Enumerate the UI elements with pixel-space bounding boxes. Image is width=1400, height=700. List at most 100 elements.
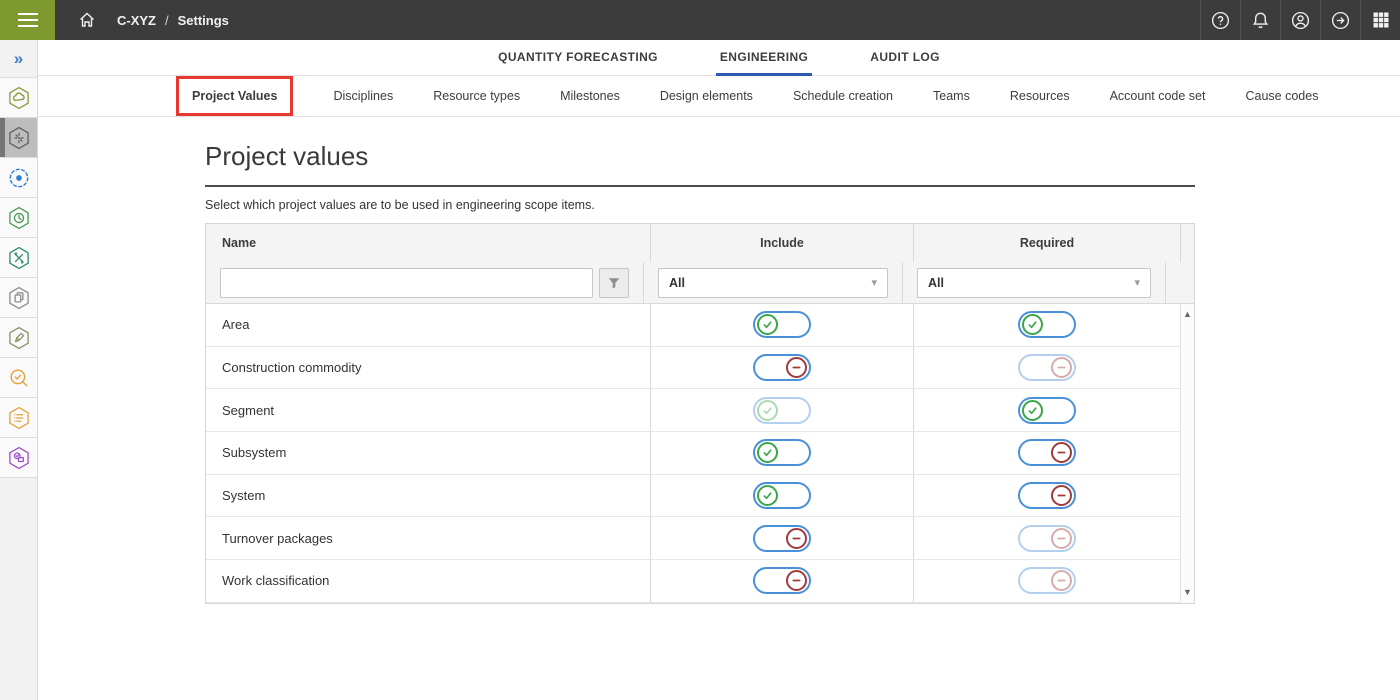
- required-toggle[interactable]: [1018, 397, 1076, 424]
- table-header-row: Name Include Required: [206, 224, 1194, 262]
- pen-hex-icon: [6, 325, 32, 351]
- row-name: Turnover packages: [206, 517, 651, 559]
- list-hex-icon: [6, 405, 32, 431]
- sidebar-item-cloud[interactable]: [0, 78, 37, 118]
- column-header-include[interactable]: Include: [651, 224, 914, 262]
- sidebar-item-review[interactable]: [0, 358, 37, 398]
- required-toggle[interactable]: [1018, 354, 1076, 381]
- menu-button[interactable]: [0, 0, 55, 40]
- apps-button[interactable]: [1360, 0, 1400, 40]
- help-icon: [1210, 10, 1231, 31]
- include-filter-value: All: [669, 276, 685, 290]
- include-toggle[interactable]: [753, 525, 811, 552]
- page-body: Project values Select which project valu…: [205, 141, 1195, 604]
- include-toggle[interactable]: [753, 482, 811, 509]
- required-toggle[interactable]: [1018, 525, 1076, 552]
- sidebar-item-schedule[interactable]: [0, 198, 37, 238]
- required-filter-value: All: [928, 276, 944, 290]
- table-row: Segment: [206, 389, 1194, 432]
- include-filter-dropdown[interactable]: All ▾: [658, 268, 888, 298]
- sidebar-item-documents[interactable]: [0, 278, 37, 318]
- search-check-icon: [6, 365, 32, 391]
- row-name: System: [206, 475, 651, 517]
- chevron-down-icon: ▾: [1134, 276, 1140, 289]
- table-row: Subsystem: [206, 432, 1194, 475]
- scroll-down-icon[interactable]: ▼: [1181, 588, 1194, 597]
- column-header-name[interactable]: Name: [206, 224, 651, 262]
- include-toggle[interactable]: [753, 397, 811, 424]
- column-header-required[interactable]: Required: [914, 224, 1181, 262]
- sidebar-item-records[interactable]: [0, 438, 37, 478]
- double-chevron-right-icon: »: [14, 49, 23, 69]
- signout-button[interactable]: [1320, 0, 1360, 40]
- chevron-down-icon: ▾: [871, 276, 877, 289]
- subtab-schedule-creation[interactable]: Schedule creation: [793, 89, 893, 103]
- include-toggle[interactable]: [753, 311, 811, 338]
- page-description: Select which project values are to be us…: [205, 198, 1195, 212]
- doc-hex-icon: [6, 445, 32, 471]
- required-toggle[interactable]: [1018, 439, 1076, 466]
- breadcrumb-project[interactable]: C-XYZ: [117, 13, 156, 28]
- sidebar-expand-button[interactable]: »: [0, 40, 37, 78]
- table-row: Work classification: [206, 560, 1194, 603]
- tab-engineering[interactable]: ENGINEERING: [716, 40, 812, 76]
- sidebar-item-checklist[interactable]: [0, 398, 37, 438]
- notifications-button[interactable]: [1240, 0, 1280, 40]
- cloud-hex-icon: [6, 85, 32, 111]
- row-name: Subsystem: [206, 432, 651, 474]
- row-name: Area: [206, 304, 651, 346]
- include-toggle[interactable]: [753, 354, 811, 381]
- sidebar-item-tools[interactable]: [0, 238, 37, 278]
- name-filter-input[interactable]: [220, 268, 593, 298]
- copy-hex-icon: [6, 285, 32, 311]
- app-window: C-XYZ / Settings: [0, 0, 1400, 700]
- required-toggle[interactable]: [1018, 311, 1076, 338]
- table-row: Area: [206, 304, 1194, 347]
- account-button[interactable]: [1280, 0, 1320, 40]
- breadcrumb: C-XYZ / Settings: [117, 13, 229, 28]
- settings-tab-bar: Project Values Disciplines Resource type…: [38, 76, 1400, 117]
- subtab-resource-types[interactable]: Resource types: [433, 89, 520, 103]
- subtab-disciplines[interactable]: Disciplines: [333, 89, 393, 103]
- funnel-icon: [607, 276, 621, 290]
- account-icon: [1290, 10, 1311, 31]
- subtab-milestones[interactable]: Milestones: [560, 89, 620, 103]
- table-scrollbar[interactable]: ▲ ▼: [1180, 304, 1194, 603]
- tab-audit-log[interactable]: AUDIT LOG: [866, 40, 944, 76]
- sidebar-item-design[interactable]: [0, 318, 37, 358]
- row-name: Work classification: [206, 560, 651, 602]
- sidebar-item-engineering[interactable]: [0, 118, 37, 158]
- tools-hex-icon: [6, 245, 32, 271]
- subtab-project-values[interactable]: Project Values: [192, 89, 277, 103]
- table-filter-row: All ▾ All ▾: [206, 262, 1194, 304]
- signout-icon: [1330, 10, 1351, 31]
- required-toggle[interactable]: [1018, 482, 1076, 509]
- include-toggle[interactable]: [753, 439, 811, 466]
- filter-button[interactable]: [599, 268, 629, 298]
- scroll-up-icon[interactable]: ▲: [1181, 310, 1194, 319]
- required-toggle[interactable]: [1018, 567, 1076, 594]
- spark-hex-icon: [6, 125, 32, 151]
- subtab-cause-codes[interactable]: Cause codes: [1246, 89, 1319, 103]
- tab-quantity-forecasting[interactable]: QUANTITY FORECASTING: [494, 40, 662, 76]
- breadcrumb-page: Settings: [178, 13, 229, 28]
- home-button[interactable]: [67, 0, 107, 40]
- page-title: Project values: [205, 141, 1195, 187]
- subtab-teams[interactable]: Teams: [933, 89, 970, 103]
- content-area: QUANTITY FORECASTING ENGINEERING AUDIT L…: [38, 40, 1400, 700]
- table-row: System: [206, 475, 1194, 518]
- apps-icon: [1371, 10, 1391, 30]
- notifications-icon: [1250, 10, 1271, 31]
- subtab-account-code-set[interactable]: Account code set: [1110, 89, 1206, 103]
- include-toggle[interactable]: [753, 567, 811, 594]
- annotation-highlight-box: Project Values: [176, 76, 293, 116]
- help-button[interactable]: [1200, 0, 1240, 40]
- sidebar-item-target[interactable]: [0, 158, 37, 198]
- module-tab-bar: QUANTITY FORECASTING ENGINEERING AUDIT L…: [38, 40, 1400, 76]
- target-icon: [6, 165, 32, 191]
- subtab-design-elements[interactable]: Design elements: [660, 89, 753, 103]
- breadcrumb-separator: /: [165, 13, 169, 28]
- required-filter-dropdown[interactable]: All ▾: [917, 268, 1151, 298]
- subtab-resources[interactable]: Resources: [1010, 89, 1070, 103]
- table-row: Turnover packages: [206, 517, 1194, 560]
